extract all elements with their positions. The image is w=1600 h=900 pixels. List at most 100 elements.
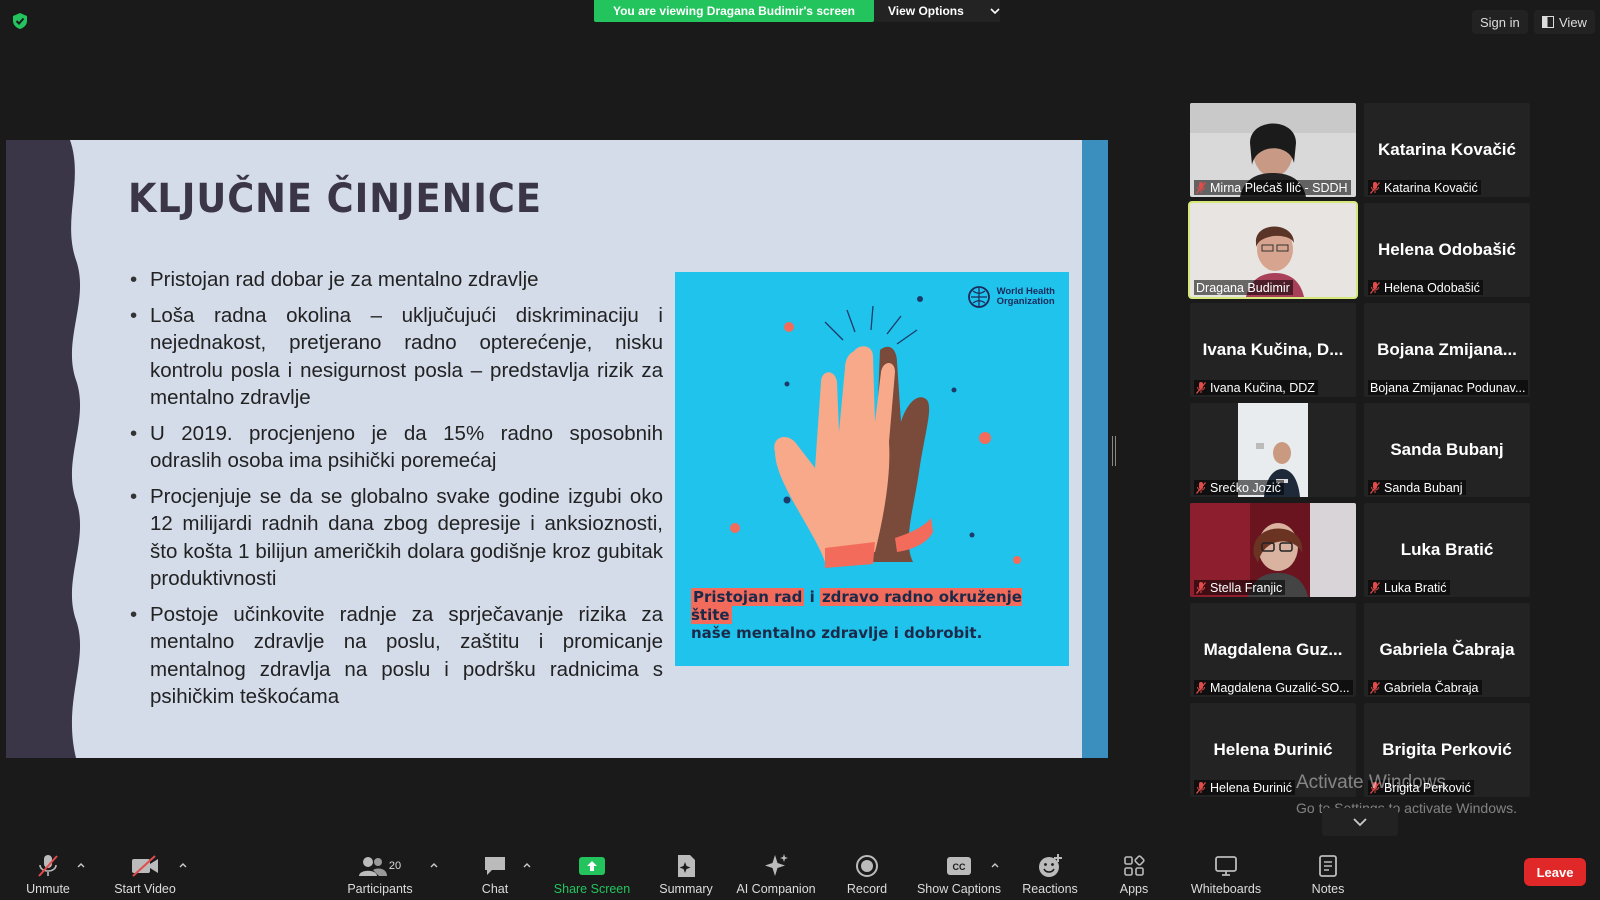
participant-name: Luka Bratić [1384, 580, 1447, 595]
participant-tile-active-speaker[interactable]: Dragana Budimir [1188, 201, 1358, 299]
participant-tile[interactable]: Katarina Kovačić Katarina Kovačić [1364, 103, 1530, 197]
participant-tile[interactable]: Magdalena Guz... Magdalena Guzalić-SO... [1190, 603, 1356, 697]
chevron-up-icon[interactable] [429, 860, 439, 870]
reactions-button[interactable]: Reactions [1020, 840, 1080, 900]
caption-connector: i [804, 588, 820, 606]
summary-button[interactable]: Summary [656, 840, 716, 900]
gallery-scroll-down-button[interactable] [1322, 808, 1398, 836]
participant-tile[interactable]: Ivana Kučina, D... Ivana Kučina, DDZ [1190, 303, 1356, 397]
show-captions-button[interactable]: CC Show Captions [914, 840, 1004, 900]
bullet-item: Postoje učinkovite radnje za sprječavanj… [128, 601, 663, 711]
bullet-item: Procjenjuje se da se globalno svake godi… [128, 483, 663, 593]
participant-name-tag: Srećko Jozić [1194, 480, 1284, 495]
whiteboards-label: Whiteboards [1190, 882, 1262, 896]
slide-bullet-list: Pristojan rad dobar je za mentalno zdrav… [128, 266, 663, 719]
participant-name-tag: Sanda Bubanj [1368, 480, 1466, 495]
record-label: Record [846, 882, 888, 896]
participant-tile[interactable]: Helena Odobašić Helena Odobašić [1364, 203, 1530, 297]
participant-name-tag: Stella Franjic [1194, 580, 1286, 595]
chevron-up-icon[interactable] [178, 860, 188, 870]
chevron-up-icon[interactable] [990, 860, 1000, 870]
participant-name-tag: Bojana Zmijanac Podunav... [1368, 380, 1528, 395]
who-caption: Pristojan rad i zdravo radno okruženje š… [691, 588, 1061, 642]
split-resize-handle[interactable] [1112, 436, 1116, 466]
slide-wave-decoration [6, 140, 81, 758]
bullet-item: Pristojan rad dobar je za mentalno zdrav… [128, 266, 663, 294]
participant-tile[interactable]: Luka Bratić Luka Bratić [1364, 503, 1530, 597]
participant-name: Ivana Kučina, DDZ [1210, 380, 1315, 395]
who-infographic: World Health Organization Pristojan rad i… [675, 272, 1069, 666]
chevron-up-icon[interactable] [76, 860, 86, 870]
share-screen-button[interactable]: Share Screen [552, 840, 632, 900]
participant-name-tag: Katarina Kovačić [1368, 180, 1481, 195]
participant-tile[interactable]: Stella Franjic [1190, 503, 1356, 597]
reactions-icon [1039, 854, 1062, 877]
unmute-label: Unmute [26, 882, 70, 896]
record-icon [856, 855, 878, 877]
notes-button[interactable]: Notes [1306, 840, 1350, 900]
apps-label: Apps [1119, 882, 1149, 896]
captions-icon: CC [947, 857, 971, 875]
participant-name: Gabriela Čabraja [1384, 680, 1479, 695]
summary-label: Summary [659, 882, 713, 896]
chat-label: Chat [481, 882, 509, 896]
view-label: View [1559, 14, 1587, 30]
ai-companion-button[interactable]: AI Companion [733, 840, 819, 900]
participants-count: 20 [388, 860, 402, 872]
mic-muted-icon [1370, 481, 1380, 494]
show-captions-label: Show Captions [916, 882, 1002, 896]
participant-name: Katarina Kovačić [1384, 180, 1478, 195]
participant-name-tag: Gabriela Čabraja [1368, 680, 1482, 695]
bullet-item: U 2019. procjenjeno je da 15% radno spos… [128, 420, 663, 475]
mic-muted-icon [1196, 181, 1206, 194]
viewing-screen-banner: You are viewing Dragana Budimir's screen [594, 0, 874, 22]
chat-icon [485, 857, 505, 875]
participant-tile[interactable]: Srećko Jozić [1190, 403, 1356, 497]
apps-button[interactable]: Apps [1114, 840, 1154, 900]
participants-button[interactable]: 20 Participants [344, 840, 416, 900]
chevron-down-icon [990, 8, 1000, 15]
whiteboards-button[interactable]: Whiteboards [1186, 840, 1266, 900]
meeting-toolbar: Unmute Start Video 20 Participants Chat … [0, 840, 1600, 900]
start-video-label: Start Video [114, 882, 176, 896]
participant-name-tag: Dragana Budimir [1194, 280, 1293, 295]
mic-muted-icon [1196, 481, 1206, 494]
participant-tile[interactable]: Sanda Bubanj Sanda Bubanj [1364, 403, 1530, 497]
participant-name-tag: Magdalena Guzalić-SO... [1194, 680, 1353, 695]
participant-name: Mirna Plećaš Ilić - SDDH [1210, 180, 1348, 195]
leave-button[interactable]: Leave [1524, 858, 1586, 886]
layout-icon [1542, 16, 1554, 28]
mic-muted-icon [1196, 381, 1206, 394]
share-screen-icon [579, 857, 605, 875]
ai-companion-label: AI Companion [736, 882, 816, 896]
summary-icon [678, 855, 695, 877]
captions-icon-text: CC [953, 862, 966, 872]
record-button[interactable]: Record [842, 840, 892, 900]
sign-in-button[interactable]: Sign in [1472, 10, 1528, 34]
participant-tile[interactable]: Bojana Zmijana... Bojana Zmijanac Poduna… [1364, 303, 1530, 397]
mic-muted-icon [1196, 681, 1206, 694]
chevron-up-icon[interactable] [522, 860, 532, 870]
view-options-button[interactable]: View Options [874, 0, 1000, 22]
participant-tile[interactable]: Gabriela Čabraja Gabriela Čabraja [1364, 603, 1530, 697]
unmute-button[interactable]: Unmute [20, 840, 76, 900]
participant-name-tag: Helena Odobašić [1368, 280, 1483, 295]
start-video-button[interactable]: Start Video [110, 840, 180, 900]
bullet-item: Loša radna okolina – uključujući diskrim… [128, 302, 663, 412]
participant-name: Bojana Zmijanac Podunav... [1370, 380, 1526, 395]
chat-button[interactable]: Chat [476, 840, 514, 900]
chevron-down-icon [1353, 818, 1367, 827]
mic-off-icon [38, 855, 58, 877]
shield-icon[interactable] [12, 12, 28, 30]
participant-tile[interactable]: Mirna Plećaš Ilić - SDDH [1190, 103, 1356, 197]
mic-muted-icon [1370, 581, 1380, 594]
share-screen-label: Share Screen [553, 882, 631, 896]
participant-name: Srećko Jozić [1210, 480, 1281, 495]
participant-name: Stella Franjic [1210, 580, 1283, 595]
ai-sparkle-icon [765, 854, 788, 876]
participant-name-tag: Mirna Plećaš Ilić - SDDH [1194, 180, 1351, 195]
view-options-label: View Options [888, 4, 964, 18]
view-button[interactable]: View [1534, 10, 1595, 34]
participants-icon [358, 857, 387, 876]
activate-windows-watermark: Activate Windows [1296, 772, 1446, 793]
